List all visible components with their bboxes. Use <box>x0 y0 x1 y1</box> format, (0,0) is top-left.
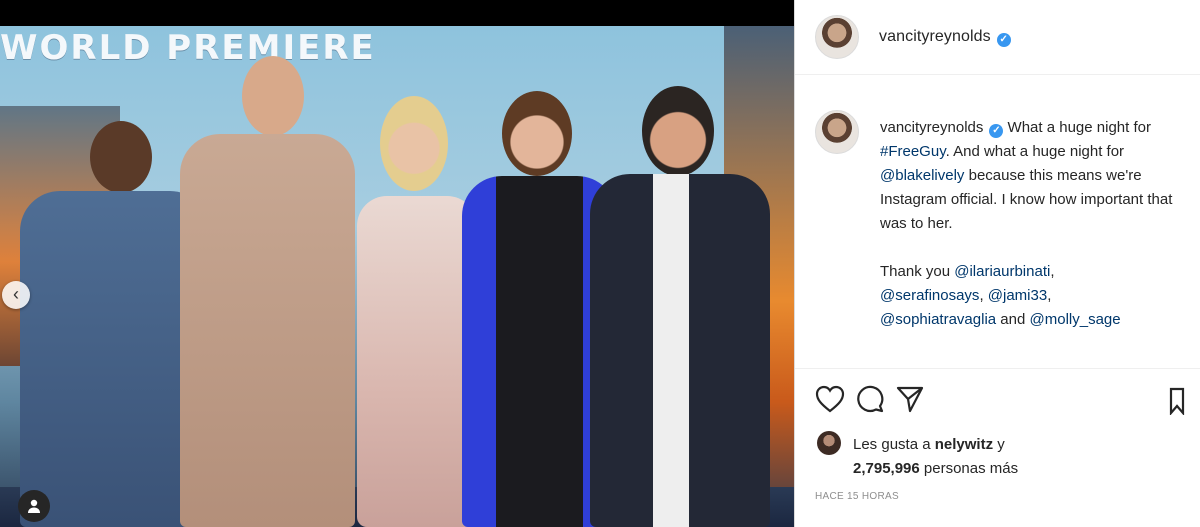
post-timestamp[interactable]: HACE 15 HORAS <box>815 491 899 502</box>
share-button[interactable] <box>895 385 935 425</box>
previous-photo-button[interactable]: ‹ <box>2 281 30 309</box>
likes-prefix: Les gusta a <box>853 436 935 453</box>
likes-count[interactable]: 2,795,996 <box>853 460 920 477</box>
likes-suffix: personas más <box>919 460 1019 477</box>
person-5 <box>590 86 770 527</box>
caption-section: vancityreynolds ✓ What a huge night for #… <box>795 76 1200 366</box>
header-username[interactable]: vancityreynolds ✓ <box>879 28 1011 47</box>
tagged-users-button[interactable] <box>18 490 50 522</box>
caption-avatar[interactable] <box>815 110 859 154</box>
mention-link[interactable]: @jami33 <box>988 287 1047 304</box>
mention-link[interactable]: @ilariaurbinati <box>954 263 1050 280</box>
comment-button[interactable] <box>855 385 895 425</box>
like-button[interactable] <box>815 385 855 425</box>
chevron-left-icon: ‹ <box>13 284 19 304</box>
likes-summary[interactable]: Les gusta a nelywitz y 2,795,996 persona… <box>795 431 1200 481</box>
avatar[interactable] <box>815 15 859 59</box>
user-tag-icon <box>28 499 40 513</box>
mention-link[interactable]: @sophiatravaglia <box>880 311 996 328</box>
thanks-text: Thank you <box>880 263 955 280</box>
share-icon <box>896 386 924 413</box>
likes-text: Les gusta a nelywitz y 2,795,996 persona… <box>853 433 1018 481</box>
liker-username[interactable]: nelywitz <box>935 436 993 453</box>
liker-avatar[interactable] <box>817 431 841 455</box>
post-header: vancityreynolds ✓ <box>795 0 1200 75</box>
premiere-photo: WORLD PREMIERE <box>0 26 794 527</box>
save-button[interactable] <box>1167 387 1200 427</box>
comment-icon <box>857 385 884 413</box>
mention-link[interactable]: @serafinosays <box>880 287 979 304</box>
mention-link[interactable]: @molly_sage <box>1030 311 1121 328</box>
username-text[interactable]: vancityreynolds <box>879 28 991 45</box>
heart-icon <box>815 385 845 413</box>
actions-section: Les gusta a nelywitz y 2,795,996 persona… <box>795 368 1200 527</box>
post-side-panel: vancityreynolds ✓ vancityreynolds ✓ What a… <box>794 0 1200 527</box>
verified-badge-icon: ✓ <box>996 32 1011 47</box>
caption-text: vancityreynolds ✓ What a huge night for #… <box>880 119 1173 328</box>
caption-username[interactable]: vancityreynolds <box>880 119 983 136</box>
action-bar <box>795 369 1200 429</box>
caption-and: and <box>996 311 1030 328</box>
person-2 <box>180 56 355 527</box>
post-photo[interactable]: WORLD PREMIERE ‹ <box>0 0 794 527</box>
verified-badge-icon: ✓ <box>989 124 1004 138</box>
likes-conj: y <box>993 436 1005 453</box>
mention-link[interactable]: @blakelively <box>880 167 964 184</box>
caption-part: . And what a huge night for <box>945 143 1125 160</box>
caption-part: What a huge night for <box>1003 119 1151 136</box>
bookmark-icon <box>1169 387 1185 415</box>
hashtag-link[interactable]: #FreeGuy <box>880 143 946 160</box>
